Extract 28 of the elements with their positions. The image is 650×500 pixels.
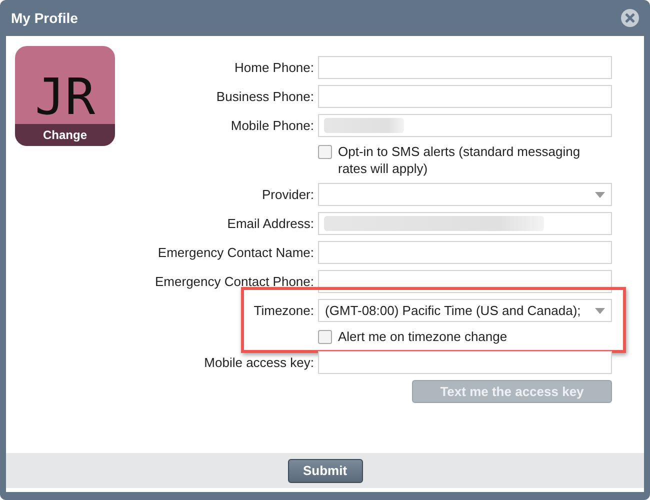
field-label: Mobile access key: (203, 354, 314, 372)
field-label: Timezone: (252, 302, 314, 320)
input-field[interactable] (318, 212, 612, 235)
field-label: Mobile Phone: (230, 117, 314, 135)
checkbox-label: Opt-in to SMS alerts (standard messaging rates will apply) (338, 143, 582, 177)
submit-button[interactable]: Submit (288, 458, 362, 482)
field-label: Provider: (260, 186, 314, 204)
field-label: Home Phone: (234, 59, 314, 77)
select-field[interactable]: (GMT-08:00) Pacific Time (US and Canada); (318, 299, 612, 322)
input-field[interactable] (318, 114, 612, 137)
close-icon[interactable] (620, 8, 640, 28)
checkbox-label: Alert me on timezone change (338, 328, 508, 345)
checkbox[interactable] (318, 145, 332, 159)
input-field[interactable] (318, 56, 612, 79)
change-avatar-button[interactable]: Change (15, 124, 115, 146)
select-field[interactable] (318, 183, 612, 206)
avatar-initials: JR (34, 67, 96, 124)
field-label: Emergency Contact Phone: (154, 273, 314, 291)
input-field[interactable] (318, 85, 612, 108)
checkbox[interactable] (318, 330, 332, 344)
field-label: Email Address: (226, 215, 314, 233)
dropdown-caret-icon (595, 308, 605, 314)
dropdown-caret-icon (595, 192, 605, 198)
input-field[interactable] (318, 241, 612, 264)
field-label: Business Phone: (215, 88, 314, 106)
window-title: My Profile (11, 10, 78, 26)
field-label: Emergency Contact Name: (156, 244, 314, 262)
input-field[interactable] (318, 351, 612, 374)
